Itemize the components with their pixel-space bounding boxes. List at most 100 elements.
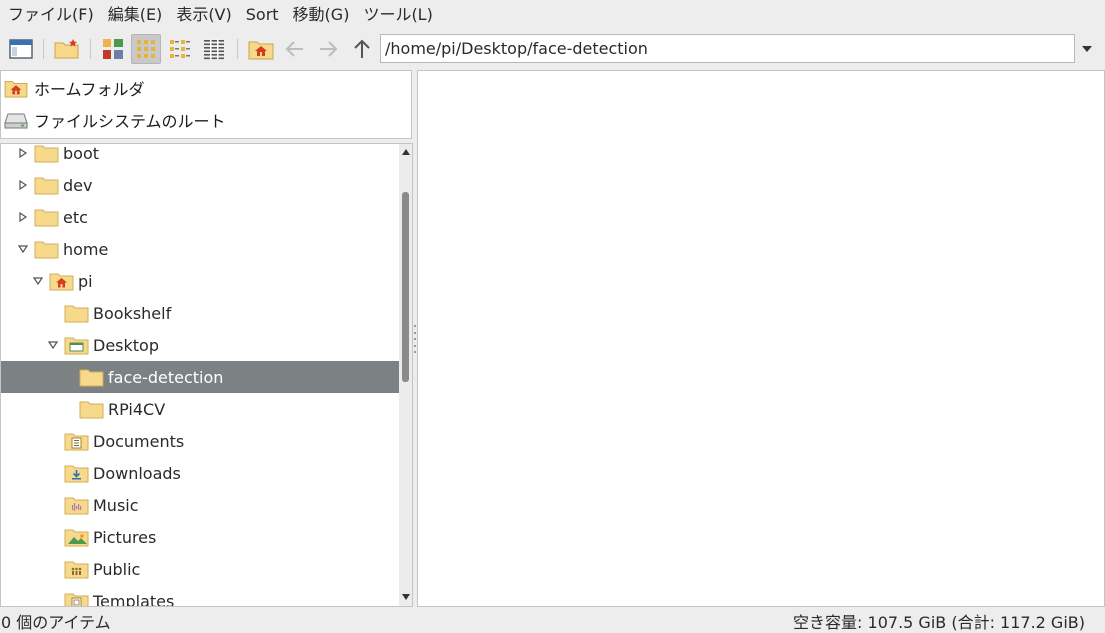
tree-item[interactable]: Pictures xyxy=(1,521,399,553)
tree-item-label: Desktop xyxy=(93,335,159,355)
folder-icon xyxy=(34,241,59,259)
tree-item-label: dev xyxy=(63,175,93,195)
tree-item[interactable]: boot xyxy=(1,143,399,169)
tree-item[interactable]: dev xyxy=(1,169,399,201)
file-view-pane[interactable] xyxy=(417,70,1105,607)
tree-item[interactable]: RPi4CV xyxy=(1,393,399,425)
path-text: /home/pi/Desktop/face-detection xyxy=(385,39,648,58)
place-home-folder[interactable]: ホームフォルダ xyxy=(4,73,145,103)
icon-view-icon xyxy=(137,40,155,58)
chevron-down-icon xyxy=(1082,46,1092,52)
up-button[interactable] xyxy=(347,34,377,64)
tree-item-label: Downloads xyxy=(93,463,181,483)
menu-go[interactable]: 移動(G) xyxy=(286,0,357,30)
tree-item[interactable]: Public xyxy=(1,553,399,585)
back-button[interactable] xyxy=(280,34,310,64)
tree-expander[interactable] xyxy=(31,274,45,288)
menu-edit[interactable]: 編集(E) xyxy=(101,0,170,30)
tree-item[interactable]: Desktop xyxy=(1,329,399,361)
thumbnail-view-icon xyxy=(103,39,123,59)
chevron-down-icon xyxy=(33,277,43,286)
tree-item-label: pi xyxy=(78,271,93,291)
tree-item-label: etc xyxy=(63,207,88,227)
music-folder-icon xyxy=(64,497,89,515)
new-window-button[interactable] xyxy=(6,34,36,64)
scroll-up-icon[interactable] xyxy=(402,149,410,155)
documents-folder-icon xyxy=(64,433,89,451)
place-filesystem-root[interactable]: ファイルシステムのルート xyxy=(4,105,226,135)
public-folder-icon xyxy=(64,561,89,579)
scroll-down-icon[interactable] xyxy=(402,594,410,600)
tree-item[interactable]: Downloads xyxy=(1,457,399,489)
chevron-right-icon xyxy=(19,148,28,158)
tree-item-label: boot xyxy=(63,143,100,163)
home-folder-icon xyxy=(4,81,28,98)
tree-item-label: Bookshelf xyxy=(93,303,172,323)
status-item-count: 0 個のアイテム xyxy=(1,613,111,632)
directory-tree: boot dev etc home pi Bookshelf Desktop face-det… xyxy=(0,143,413,607)
tree-item[interactable]: Bookshelf xyxy=(1,297,399,329)
folder-icon xyxy=(34,177,59,195)
place-label: ホームフォルダ xyxy=(34,80,145,99)
tree-item-label: home xyxy=(63,239,109,259)
status-free-space: 空き容量: 107.5 GiB (合計: 117.2 GiB) xyxy=(793,613,1085,632)
arrow-right-icon xyxy=(320,41,338,57)
tree-item-label: Documents xyxy=(93,431,185,451)
chevron-down-icon xyxy=(48,341,58,350)
tree-item-label: Music xyxy=(93,495,139,515)
tree-item[interactable]: Documents xyxy=(1,425,399,457)
detailed-list-view-button[interactable] xyxy=(199,34,229,64)
tree-item-label: Pictures xyxy=(93,527,157,547)
folder-icon xyxy=(34,209,59,227)
tree-item-label: Templates xyxy=(93,591,175,607)
list-view-icon xyxy=(204,39,224,60)
tree-item-label: RPi4CV xyxy=(108,399,166,419)
templates-folder-icon xyxy=(64,593,89,606)
pictures-folder-icon xyxy=(64,529,89,547)
arrow-left-icon xyxy=(285,41,303,57)
tree-scrollbar-thumb[interactable] xyxy=(402,192,409,382)
tree-expander[interactable] xyxy=(16,210,30,224)
folder-icon xyxy=(34,145,59,163)
menu-tools[interactable]: ツール(L) xyxy=(356,0,439,30)
place-label: ファイルシステムのルート xyxy=(34,112,226,131)
folder-icon xyxy=(64,305,89,323)
tree-expander[interactable] xyxy=(16,146,30,160)
menubar: ファイル(F) 編集(E) 表示(V) Sort 移動(G) ツール(L) xyxy=(0,0,1105,30)
tree-item-label: face-detection xyxy=(108,367,224,387)
tree-item[interactable]: Music xyxy=(1,489,399,521)
drive-icon xyxy=(4,113,28,129)
home-folder-icon xyxy=(49,273,74,291)
path-entry[interactable]: /home/pi/Desktop/face-detection xyxy=(380,34,1075,63)
tree-item[interactable]: etc xyxy=(1,201,399,233)
thumbnail-view-button[interactable] xyxy=(98,34,128,64)
home-button[interactable] xyxy=(246,34,276,64)
icon-view-button[interactable] xyxy=(131,34,161,64)
tree-item[interactable]: pi xyxy=(1,265,399,297)
folder-icon xyxy=(79,369,104,387)
tree-item[interactable]: face-detection xyxy=(1,361,399,393)
desktop-folder-icon xyxy=(64,337,89,355)
places-panel: ホームフォルダ ファイルシステムのルート xyxy=(0,70,412,139)
tree-scrollbar[interactable] xyxy=(399,144,412,606)
new-folder-icon xyxy=(54,39,79,59)
forward-button[interactable] xyxy=(313,34,343,64)
tree-expander[interactable] xyxy=(16,242,30,256)
tree-expander[interactable] xyxy=(16,178,30,192)
tree-item[interactable]: home xyxy=(1,233,399,265)
menu-file[interactable]: ファイル(F) xyxy=(0,0,101,30)
toolbar: /home/pi/Desktop/face-detection xyxy=(0,31,1105,67)
compact-view-button[interactable] xyxy=(165,34,195,64)
folder-icon xyxy=(79,401,104,419)
menu-view[interactable]: 表示(V) xyxy=(169,0,238,30)
tree-item-label: Public xyxy=(93,559,141,579)
menu-sort[interactable]: Sort xyxy=(239,0,286,30)
home-folder-icon xyxy=(248,41,274,60)
tree-item[interactable]: Templates xyxy=(1,585,399,607)
path-history-dropdown[interactable] xyxy=(1078,41,1096,57)
new-tab-button[interactable] xyxy=(52,34,82,64)
chevron-right-icon xyxy=(19,212,28,222)
tree-expander[interactable] xyxy=(46,338,60,352)
downloads-folder-icon xyxy=(64,465,89,483)
chevron-down-icon xyxy=(18,245,28,254)
